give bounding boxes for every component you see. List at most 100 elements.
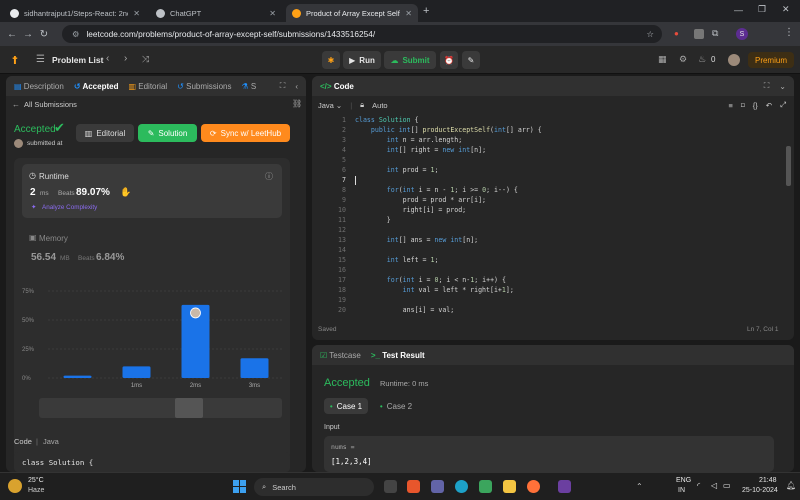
code-preview: class Solution { bbox=[14, 452, 290, 472]
timer-button[interactable]: ⏰ bbox=[440, 51, 458, 69]
extensions-puzzle-icon[interactable]: ⧉ bbox=[712, 28, 718, 39]
code-area[interactable]: 1 class Solution {2 public int[] productE… bbox=[312, 116, 782, 316]
reset-icon[interactable]: ↶ bbox=[766, 101, 772, 110]
link-icon[interactable]: ⛓ bbox=[292, 99, 302, 108]
tab-test-result[interactable]: >_ Test Result bbox=[371, 351, 425, 360]
layout-grid-icon[interactable]: ▦ bbox=[658, 54, 667, 65]
expand-icon[interactable]: ⤢ bbox=[780, 100, 786, 110]
bookmark-star-icon[interactable]: ☆ bbox=[647, 29, 654, 39]
sync-leethub-button[interactable]: ⟳ Sync w/ LeetHub bbox=[201, 124, 290, 142]
bar-first[interactable] bbox=[63, 375, 92, 378]
close-icon[interactable]: ✕ bbox=[269, 9, 276, 18]
tray-overflow-icon[interactable]: ⌃ bbox=[636, 482, 643, 491]
editorial-button[interactable]: ▥ Editorial bbox=[76, 124, 134, 142]
volume-icon[interactable]: ◁ bbox=[711, 481, 717, 490]
analyze-complexity-link[interactable]: Analyze Complexity bbox=[42, 204, 97, 211]
minimize-icon[interactable]: — bbox=[734, 5, 743, 15]
notes-button[interactable]: ✎ bbox=[462, 51, 480, 69]
weather-icon[interactable] bbox=[8, 479, 22, 493]
wifi-icon[interactable]: ◜ bbox=[697, 481, 700, 490]
tab-description[interactable]: ▤ Description bbox=[14, 82, 64, 91]
extension-icon[interactable]: ● bbox=[674, 29, 679, 38]
shuffle-icon[interactable]: ⤨ bbox=[142, 54, 149, 65]
user-avatar[interactable] bbox=[728, 54, 740, 66]
slider-handle[interactable] bbox=[175, 398, 203, 418]
battery-icon[interactable]: ▭ bbox=[723, 481, 731, 490]
run-button[interactable]: ▶ Run bbox=[343, 51, 381, 69]
info-icon[interactable]: ⓘ bbox=[265, 171, 273, 182]
back-arrow-icon[interactable]: ← bbox=[12, 100, 20, 109]
line-number: 4 bbox=[342, 146, 346, 154]
browser-tab-chatgpt[interactable]: ChatGPT ✕ bbox=[150, 4, 282, 22]
firefox-icon[interactable] bbox=[527, 480, 540, 493]
back-icon[interactable]: ← bbox=[4, 29, 20, 40]
site-info-icon[interactable]: ⚙ bbox=[72, 29, 79, 39]
close-window-icon[interactable]: ✕ bbox=[782, 4, 790, 15]
tab-title: sidhantrajput1/Steps-React: 2nd bbox=[24, 8, 129, 18]
all-submissions-link[interactable]: All Submissions bbox=[24, 100, 77, 109]
chart-range-slider[interactable] bbox=[39, 398, 282, 418]
language-select[interactable]: Java ⌄ bbox=[318, 101, 342, 110]
submit-label: Submit bbox=[402, 55, 430, 65]
mode-label[interactable]: Auto bbox=[372, 101, 387, 110]
submit-button[interactable]: ☁ Submit bbox=[384, 51, 436, 69]
leetcode-logo-icon[interactable]: ꝉ bbox=[12, 54, 23, 67]
notification-bell-icon[interactable]: 🔔︎ bbox=[786, 481, 796, 490]
bookmark-icon[interactable]: ⌑ bbox=[741, 101, 745, 110]
problem-list-link[interactable]: Problem List bbox=[52, 55, 103, 65]
solution-button[interactable]: ✎ Solution bbox=[138, 124, 197, 142]
close-icon[interactable]: ✕ bbox=[133, 9, 140, 18]
tab-editorial[interactable]: ▥ Editorial bbox=[128, 82, 167, 91]
taskbar-search[interactable]: ⌕ Search bbox=[254, 478, 374, 496]
tab-code[interactable]: </> Code bbox=[320, 82, 354, 91]
clock-date[interactable]: 25-10-2024 bbox=[742, 487, 778, 494]
problem-list-icon[interactable]: ☰ bbox=[36, 54, 45, 65]
runtime-card[interactable]: ◷ Runtime ⓘ 2 ms Beats 89.07% ✋ ✦ Analyz… bbox=[22, 164, 282, 218]
tab-overflow[interactable]: ⚗ S bbox=[241, 82, 256, 91]
extension-icon[interactable] bbox=[694, 29, 704, 39]
task-view-icon[interactable] bbox=[384, 480, 397, 493]
memory-card[interactable]: ▣ Memory 56.54 MB Beats 6.84% bbox=[22, 226, 282, 270]
tab-accepted[interactable]: ↺ Accepted bbox=[74, 82, 119, 91]
store-icon[interactable] bbox=[479, 480, 492, 493]
reload-icon[interactable]: ↻ bbox=[36, 29, 52, 40]
address-bar[interactable]: ⚙ leetcode.com/problems/product-of-array… bbox=[62, 25, 662, 43]
tab-label: S bbox=[250, 81, 257, 91]
menu-kebab-icon[interactable]: ⋮ bbox=[784, 27, 794, 38]
code-preview-line: class Solution { bbox=[22, 458, 94, 467]
case-2-tab[interactable]: • Case 2 bbox=[374, 398, 418, 414]
windows-start-icon[interactable] bbox=[233, 480, 246, 493]
chrome-profile-icon[interactable] bbox=[558, 480, 571, 493]
browser-tab-leetcode[interactable]: Product of Array Except Self - L ✕ bbox=[286, 4, 418, 22]
line-number: 3 bbox=[342, 136, 346, 144]
braces-icon[interactable]: {} bbox=[753, 101, 758, 110]
prev-problem-icon[interactable]: ‹ bbox=[106, 53, 109, 64]
tab-submissions[interactable]: ↺ Submissions bbox=[177, 82, 231, 91]
debug-button[interactable]: ✱ bbox=[322, 51, 340, 69]
file-explorer-icon[interactable] bbox=[503, 480, 516, 493]
premium-button[interactable]: Premium bbox=[748, 52, 794, 68]
forward-icon[interactable]: → bbox=[20, 29, 36, 40]
teams-icon[interactable] bbox=[431, 480, 444, 493]
next-problem-icon[interactable]: › bbox=[124, 53, 127, 64]
maximize-icon[interactable]: ⛶ bbox=[764, 81, 770, 91]
edge-icon[interactable] bbox=[455, 480, 468, 493]
streak-fire-icon[interactable]: ♨ bbox=[698, 54, 706, 65]
new-tab-icon[interactable]: + bbox=[423, 5, 429, 17]
maximize-icon[interactable]: ⛶ bbox=[280, 81, 286, 91]
collapse-left-icon[interactable]: ‹ bbox=[295, 82, 298, 91]
scrollbar[interactable] bbox=[786, 146, 791, 186]
clock-time[interactable]: 21:48 bbox=[759, 477, 777, 484]
profile-avatar[interactable]: S bbox=[736, 28, 748, 40]
close-icon[interactable]: ✕ bbox=[405, 9, 412, 18]
bar-3ms[interactable] bbox=[240, 358, 269, 378]
format-icon[interactable]: ≡ bbox=[728, 101, 732, 110]
settings-gear-icon[interactable]: ⚙ bbox=[679, 54, 687, 65]
copilot-icon[interactable] bbox=[407, 480, 420, 493]
restore-icon[interactable]: ❐ bbox=[758, 4, 766, 15]
case-1-tab[interactable]: • Case 1 bbox=[324, 398, 368, 414]
bar-1ms[interactable] bbox=[122, 366, 151, 378]
tab-testcase[interactable]: ☑ Testcase bbox=[320, 351, 361, 360]
browser-tab-github[interactable]: sidhantrajput1/Steps-React: 2nd ✕ bbox=[4, 4, 146, 22]
collapse-icon[interactable]: ⌄ bbox=[779, 82, 786, 91]
